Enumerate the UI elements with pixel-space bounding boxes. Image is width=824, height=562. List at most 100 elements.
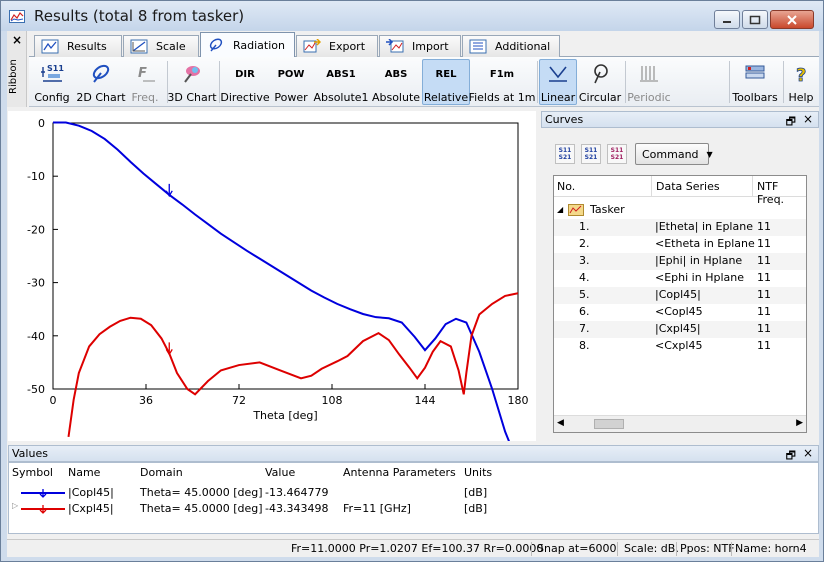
curve-series: <Ephi in Hplane: [655, 271, 744, 284]
toolbar-separator: [729, 61, 730, 103]
absolute-button[interactable]: ABS Absolute: [371, 59, 421, 105]
close-icon: [787, 14, 797, 25]
row-indicator-icon: ▷: [12, 501, 19, 510]
maximize-button[interactable]: [742, 10, 768, 29]
curve-no: 3.: [579, 254, 590, 267]
results-icon: [41, 39, 59, 54]
expand-arrow-icon[interactable]: ◢: [557, 205, 563, 214]
toolbar-separator: [625, 61, 626, 103]
tree-group-label: Tasker: [590, 203, 625, 216]
values-name: |Copl45|: [68, 486, 114, 499]
curve-row[interactable]: 4. <Ephi in Hplane 11: [554, 270, 806, 287]
ribbon-toolbar: S11 Config 2D Chart F Freq. 3D Chart DIR…: [29, 57, 819, 107]
ribbon-tabs: Results Scale Radiation Export Import Ad…: [29, 31, 819, 58]
abs1-icon: ABS1: [326, 68, 356, 80]
select-s11-icon[interactable]: S11 S21: [581, 144, 601, 164]
curves-tree[interactable]: No. Data Series NTF Freq. ◢ Tasker 1. |Et…: [553, 175, 807, 433]
tab-results[interactable]: Results: [34, 35, 122, 57]
curve-row[interactable]: 8. <Cxpl45 11: [554, 338, 806, 355]
toolbars-button[interactable]: Toolbars: [731, 59, 779, 105]
radiation-chart[interactable]: 0 36 72 108 144 180 0 -10 -20 -30 -40 -50 Theta [deg…: [8, 111, 536, 441]
values-header: Values 🗗 ×: [8, 445, 819, 462]
curves-toolbar: S11 S21 S11 S21 S11 S21 Command ▼: [555, 143, 713, 165]
status-name: Name: horn4: [735, 542, 807, 555]
freq-icon: F: [133, 63, 157, 85]
3d-chart-button[interactable]: 3D Chart: [167, 59, 217, 105]
circular-button[interactable]: Circular: [579, 59, 621, 105]
values-row[interactable]: |Copl45| Theta= 45.0000 [deg] -13.464779 [d…: [9, 485, 818, 501]
tab-label: Import: [412, 40, 449, 53]
y-tick-label: -10: [27, 170, 45, 183]
minimize-icon: [723, 20, 731, 23]
series-symbol-icon: [21, 505, 65, 514]
curve-no: 2.: [579, 237, 590, 250]
select-s21-icon[interactable]: S11 S21: [607, 144, 627, 164]
directive-button[interactable]: DIR Directive: [220, 59, 269, 105]
values-domain: Theta= 45.0000 [deg]: [140, 502, 263, 515]
tree-group-tasker[interactable]: ◢ Tasker: [554, 202, 806, 219]
help-button[interactable]: ? Help: [785, 59, 817, 105]
command-dropdown[interactable]: Command ▼: [635, 143, 713, 165]
2d-chart-button[interactable]: 2D Chart: [76, 59, 126, 105]
values-row[interactable]: |Cxpl45| Theta= 45.0000 [deg] -43.343498 Fr…: [9, 501, 818, 517]
freq-button[interactable]: F Freq.: [127, 59, 163, 105]
relative-label: Relative: [423, 91, 469, 104]
toolbars-label: Toolbars: [732, 91, 778, 104]
tab-label: Additional: [495, 40, 551, 53]
tab-scale[interactable]: Scale: [123, 35, 199, 57]
tab-additional[interactable]: Additional: [462, 35, 560, 57]
scroll-right-icon[interactable]: ▶: [796, 418, 803, 428]
status-freq: Fr=11.0000 Pr=1.0207 Ef=100.37 Rr=0.0000: [291, 542, 544, 555]
scale-icon: [130, 39, 148, 54]
scrollbar-thumb[interactable]: [594, 419, 624, 429]
y-tick-label: -30: [27, 277, 45, 290]
periodic-label: Periodic: [627, 91, 671, 104]
column-header[interactable]: No.: [557, 180, 575, 193]
config-button[interactable]: S11 Config: [31, 59, 73, 105]
export-icon: [303, 39, 321, 53]
values-name: |Cxpl45|: [68, 502, 114, 515]
tab-radiation[interactable]: Radiation: [200, 32, 295, 58]
minimize-button[interactable]: [714, 10, 740, 29]
ribbon-label: Ribbon: [8, 59, 19, 95]
curve-row[interactable]: 5. |Copl45| 11: [554, 287, 806, 304]
close-window-button[interactable]: [770, 10, 814, 29]
ribbon-close-button[interactable]: ×: [12, 33, 22, 47]
power-button[interactable]: POW Power: [271, 59, 311, 105]
status-bar: Fr=11.0000 Pr=1.0207 Ef=100.37 Rr=0.0000…: [7, 539, 819, 557]
curve-row[interactable]: 1. |Etheta| in Eplane 11: [554, 219, 806, 236]
sort-series-icon[interactable]: S11 S21: [555, 144, 575, 164]
tab-label: Export: [329, 40, 366, 53]
curve-row[interactable]: 3. |Ephi| in Hplane 11: [554, 253, 806, 270]
curve-row[interactable]: 6. <Copl45 11: [554, 304, 806, 321]
periodic-button[interactable]: Periodic: [627, 59, 671, 105]
column-header[interactable]: Data Series: [656, 180, 720, 193]
tab-import[interactable]: Import: [379, 35, 461, 57]
float-icon[interactable]: 🗗: [786, 113, 796, 132]
curve-no: 6.: [579, 305, 590, 318]
chart-pane[interactable]: 0 36 72 108 144 180 0 -10 -20 -30 -40 -50 Theta [deg…: [8, 111, 536, 441]
tab-export[interactable]: Export: [296, 35, 378, 57]
curves-title: Curves: [545, 113, 584, 126]
2d-chart-icon: [89, 63, 113, 85]
curve-freq: 11: [757, 322, 771, 335]
fields-at-1m-button[interactable]: F1m Fields at 1m: [469, 59, 536, 105]
curve-row[interactable]: 2. <Etheta in Eplane 11: [554, 236, 806, 253]
absolute1-button[interactable]: ABS1 Absolute1: [312, 59, 370, 105]
linear-button[interactable]: Linear: [539, 59, 577, 105]
command-label: Command: [642, 147, 699, 161]
close-icon[interactable]: ×: [803, 446, 813, 460]
curve-series: |Etheta| in Eplane: [655, 220, 753, 233]
title-bar[interactable]: Results (total 8 from tasker): [1, 1, 823, 31]
values-table[interactable]: Symbol Name Domain Value Antenna Paramet…: [8, 462, 819, 534]
relative-button[interactable]: REL Relative: [422, 59, 470, 105]
curve-row[interactable]: 7. |Cxpl45| 11: [554, 321, 806, 338]
curve-series: <Cxpl45: [655, 339, 703, 352]
curve-freq: 11: [757, 288, 771, 301]
curve-freq: 11: [757, 305, 771, 318]
scroll-left-icon[interactable]: ◀: [557, 418, 564, 428]
close-icon[interactable]: ×: [803, 112, 813, 126]
x-tick-label: 36: [139, 394, 153, 407]
horizontal-scrollbar[interactable]: ◀ ▶: [554, 415, 806, 432]
additional-icon: [469, 39, 487, 54]
